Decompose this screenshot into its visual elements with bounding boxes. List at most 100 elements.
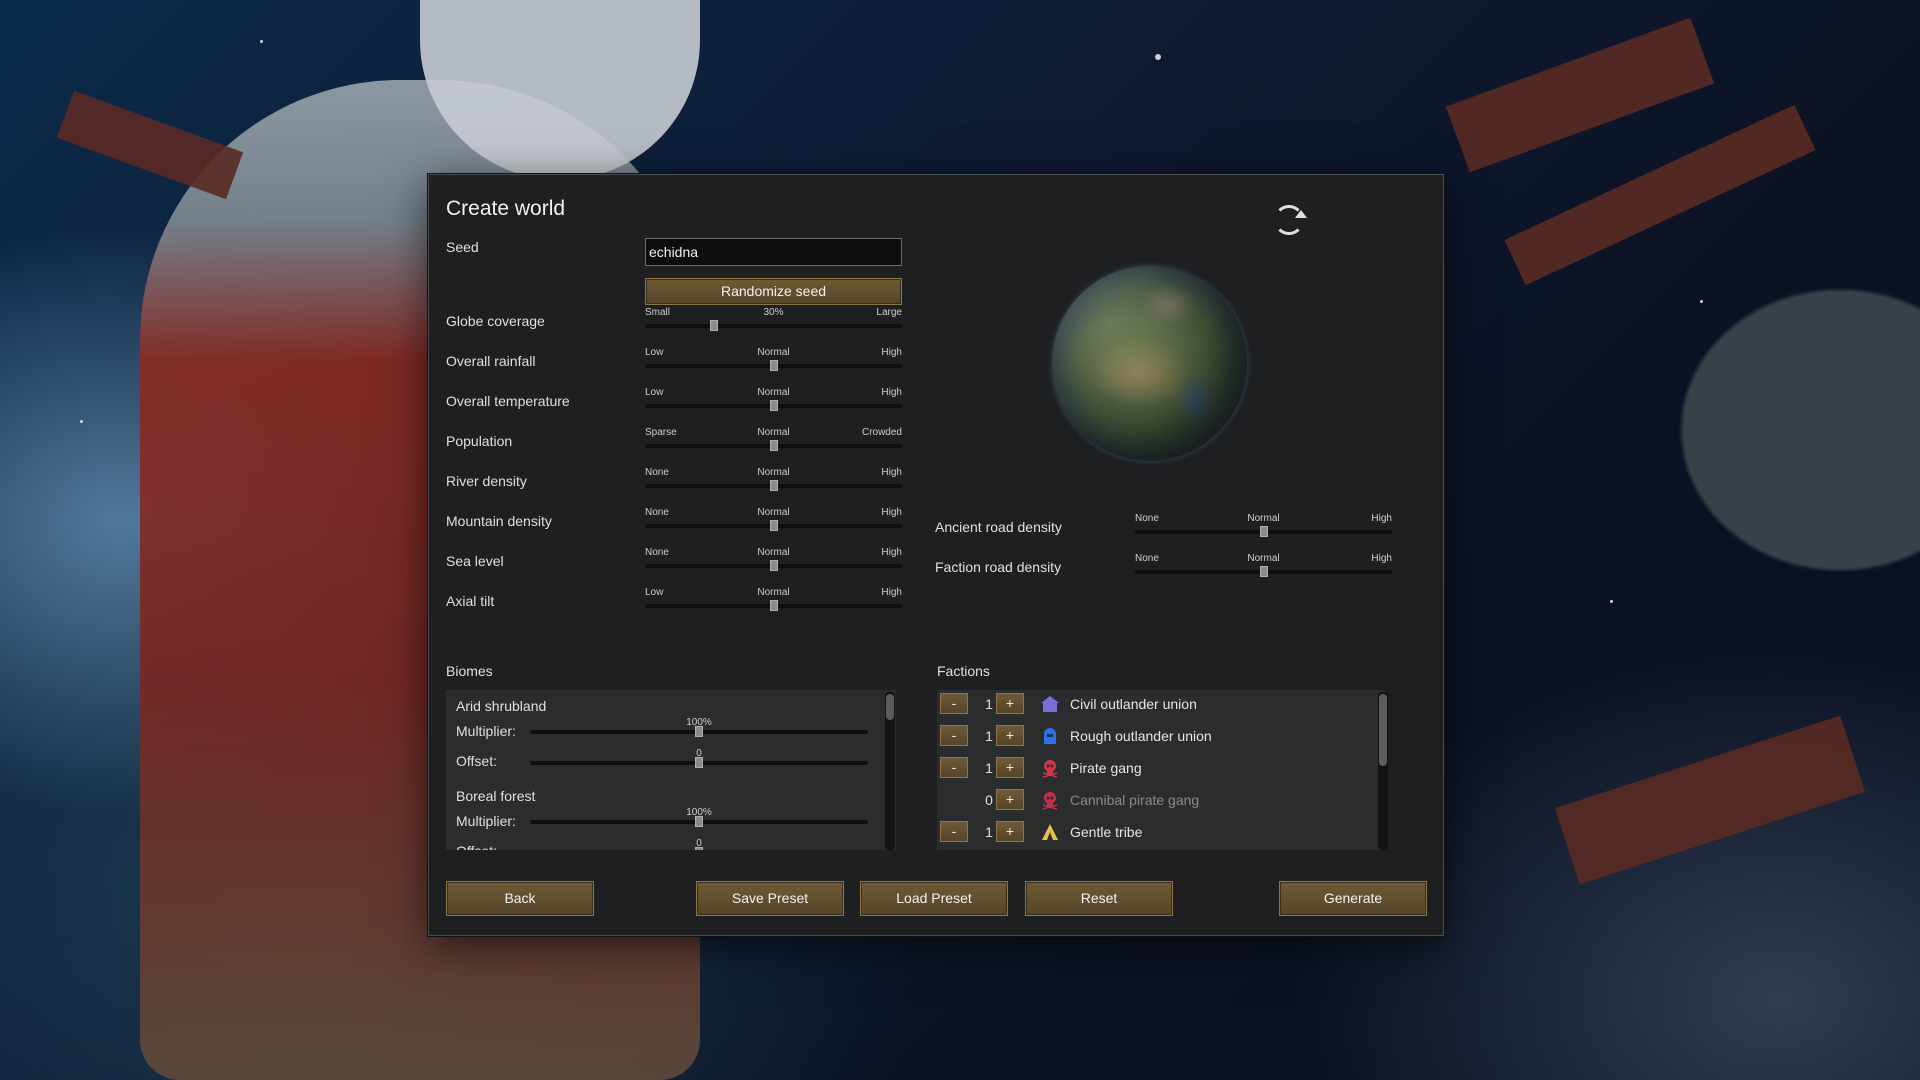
increase-faction-button[interactable]: + (996, 757, 1024, 778)
faction-row: -1 + Rough outlander union (937, 722, 1377, 750)
slider-max-label: Large (876, 307, 902, 318)
slider-thumb[interactable] (769, 400, 778, 411)
slider-mid-label: Normal (757, 347, 790, 358)
seed-input[interactable] (645, 238, 902, 266)
biomes-scroll-thumb[interactable] (886, 694, 894, 720)
setting-slider[interactable]: None Normal High (1135, 553, 1392, 581)
slider-min-label: Low (645, 347, 664, 358)
slider-max-label: High (881, 587, 902, 598)
slider-thumb[interactable] (1259, 526, 1268, 537)
factions-scroll-thumb[interactable] (1379, 694, 1387, 766)
slider-mid-label: Normal (757, 587, 790, 598)
setting-label: Mountain density (446, 513, 552, 529)
biomes-title: Biomes (446, 663, 493, 679)
slider-thumb[interactable] (695, 726, 703, 737)
offset-label: Offset: (456, 843, 497, 850)
slider-thumb[interactable] (769, 480, 778, 491)
setting-slider[interactable]: Low Normal High (645, 587, 902, 615)
slider-mid-label: 30% (763, 307, 784, 318)
background-star (1155, 54, 1161, 60)
background-star (1700, 300, 1703, 303)
background-debris (56, 90, 244, 200)
factions-title: Factions (937, 663, 990, 679)
factions-scrollbar[interactable] (1378, 692, 1388, 850)
helmet-icon (1040, 726, 1060, 746)
slider-thumb[interactable] (695, 847, 703, 850)
slider-min-label: None (1135, 553, 1159, 564)
background-star (260, 40, 263, 43)
slider-min-label: Small (645, 307, 671, 318)
slider-mid-label: Normal (1247, 553, 1280, 564)
faction-name: Pirate gang (1070, 760, 1142, 776)
setting-slider[interactable]: Low Normal High (645, 347, 902, 375)
generate-button[interactable]: Generate (1279, 881, 1427, 916)
slider-thumb[interactable] (769, 560, 778, 571)
slider-thumb[interactable] (695, 757, 703, 768)
decrease-faction-button[interactable]: - (940, 757, 968, 778)
setting-label: Sea level (446, 553, 504, 569)
biomes-list[interactable]: Arid shrubland Multiplier: 100% Offset: 0 Bor… (446, 690, 896, 850)
slider-track[interactable] (645, 324, 902, 328)
background-star (80, 420, 83, 423)
slider-thumb[interactable] (769, 600, 778, 611)
offset-slider[interactable]: 0 (530, 748, 868, 770)
multiplier-slider[interactable]: 100% (530, 807, 868, 829)
slider-max-label: High (881, 467, 902, 478)
slider-max-label: High (881, 547, 902, 558)
slider-min-label: None (645, 467, 669, 478)
setting-slider[interactable]: Small 30% Large (645, 307, 902, 335)
setting-slider[interactable]: Low Normal High (645, 387, 902, 415)
seed-label: Seed (446, 239, 479, 255)
slider-thumb[interactable] (769, 360, 778, 371)
slider-thumb[interactable] (710, 320, 719, 331)
increase-faction-button[interactable]: + (996, 693, 1024, 714)
setting-label: Population (446, 433, 513, 449)
slider-mid-label: Normal (757, 467, 790, 478)
decrease-faction-button[interactable]: - (940, 821, 968, 842)
reset-button[interactable]: Reset (1025, 881, 1173, 916)
slider-min-label: Low (645, 387, 664, 398)
faction-name: Rough outlander union (1070, 728, 1212, 744)
slider-min-label: Low (645, 587, 664, 598)
faction-row: -1 + Pirate gang (937, 754, 1377, 782)
randomize-seed-button[interactable]: Randomize seed (645, 278, 902, 305)
refresh-icon[interactable] (1274, 205, 1307, 235)
increase-faction-button[interactable]: + (996, 789, 1024, 810)
slider-thumb[interactable] (695, 816, 703, 827)
factions-list[interactable]: -1 + Civil outlander union -1 + Rough outland… (937, 690, 1385, 850)
increase-faction-button[interactable]: + (996, 725, 1024, 746)
house-icon (1040, 694, 1060, 714)
setting-label: Ancient road density (935, 519, 1062, 535)
biome-name: Arid shrubland (456, 698, 547, 714)
skull-icon (1040, 790, 1060, 810)
increase-faction-button[interactable]: + (996, 821, 1024, 842)
setting-slider[interactable]: None Normal High (1135, 513, 1392, 541)
slider-thumb[interactable] (1259, 566, 1268, 577)
decrease-faction-button[interactable]: - (940, 725, 968, 746)
slider-max-label: High (1371, 513, 1392, 524)
setting-slider[interactable]: Sparse Normal Crowded (645, 427, 902, 455)
slider-min-label: Sparse (645, 427, 677, 438)
slider-min-label: None (645, 547, 669, 558)
faction-name: Cannibal pirate gang (1070, 792, 1200, 808)
offset-slider[interactable]: 0 (530, 838, 868, 850)
background-star (1610, 600, 1613, 603)
back-button[interactable]: Back (446, 881, 594, 916)
multiplier-slider[interactable]: 100% (530, 717, 868, 739)
biomes-scrollbar[interactable] (885, 692, 895, 850)
slider-mid-label: Normal (757, 547, 790, 558)
slider-thumb[interactable] (769, 440, 778, 451)
setting-slider[interactable]: None Normal High (645, 467, 902, 495)
save-preset-button[interactable]: Save Preset (696, 881, 844, 916)
slider-thumb[interactable] (769, 520, 778, 531)
tent-icon (1040, 822, 1060, 842)
setting-slider[interactable]: None Normal High (645, 507, 902, 535)
setting-slider[interactable]: None Normal High (645, 547, 902, 575)
load-preset-button[interactable]: Load Preset (860, 881, 1008, 916)
slider-mid-label: Normal (757, 387, 790, 398)
faction-row: 0 + Cannibal pirate gang (937, 786, 1377, 814)
decrease-faction-button[interactable]: - (940, 693, 968, 714)
multiplier-label: Multiplier: (456, 813, 516, 829)
multiplier-label: Multiplier: (456, 723, 516, 739)
slider-min-label: None (645, 507, 669, 518)
